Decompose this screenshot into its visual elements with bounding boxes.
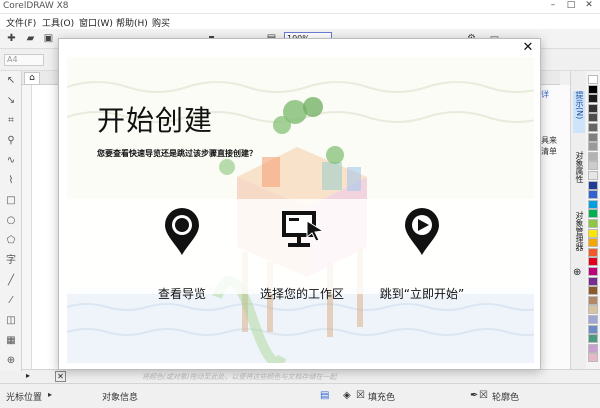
dialog-title: 开始创建	[97, 104, 214, 137]
hints-docker-panel: 详 具来 清单	[536, 85, 570, 369]
color-proof-icon[interactable]: ▤	[320, 390, 329, 401]
outline-color-label[interactable]: 轮廓色	[492, 390, 519, 403]
add-tool-icon[interactable]: ⊕	[5, 355, 17, 367]
pick-tool-icon[interactable]: ↖	[5, 75, 17, 87]
page-nav-first-icon[interactable]: ▸	[26, 371, 30, 380]
title-bar: CorelDRAW X8 – □ ✕	[0, 0, 600, 14]
menu-bar: 文件(F) 工具(O) 窗口(W) 帮助(H) 购买	[0, 14, 600, 29]
palette-swatch[interactable]	[588, 295, 598, 305]
new-document-icon[interactable]: ✚	[5, 32, 18, 45]
palette-swatch[interactable]	[588, 171, 598, 180]
palette-swatch[interactable]	[588, 123, 598, 132]
cursor-position-label: 光标位置	[6, 393, 43, 403]
palette-swatch[interactable]	[588, 305, 598, 315]
open-folder-icon[interactable]: ▰	[24, 32, 37, 45]
palette-swatch[interactable]	[588, 228, 598, 238]
ellipse-tool-icon[interactable]: ○	[5, 215, 17, 227]
welcome-dialog: ✕ 开始创建 您要查看快速导览还是跳过该步骤直接创建？ 查看导览 选择您的工作区…	[58, 38, 541, 370]
menu-window[interactable]: 窗口(W)	[79, 16, 113, 29]
palette-swatch[interactable]	[588, 343, 598, 353]
status-bar: 光标位置 ▸ 对象信息 ▤ ◈ ☒ 填充色 ✒ ☒ 轮廓色	[0, 383, 600, 408]
maximize-button[interactable]: □	[563, 0, 579, 10]
zoom-tool-icon[interactable]: ⚲	[5, 135, 17, 147]
outline-none-icon: ☒	[479, 390, 488, 401]
palette-swatch[interactable]	[588, 334, 598, 344]
menu-buy[interactable]: 购买	[152, 16, 170, 29]
cursor-arrow-icon[interactable]: ▸	[48, 390, 52, 399]
menu-file[interactable]: 文件(F)	[6, 16, 36, 29]
color-palette	[586, 71, 600, 371]
welcome-illustration: 开始创建 您要查看快速导览还是跳过该步骤直接创建？ 查看导览 选择您的工作区 跳…	[67, 57, 534, 363]
vertical-ruler	[22, 85, 32, 369]
page-size-field[interactable]: A4	[4, 54, 44, 66]
add-docker-icon[interactable]: ⊕	[573, 267, 585, 279]
menu-help[interactable]: 帮助(H)	[116, 16, 148, 29]
option-skip-to-quick-start[interactable]: 跳到“立即开始”	[347, 207, 497, 317]
palette-swatch[interactable]	[588, 103, 598, 113]
page-navigator: ▸ ✕ 将颜色(或对象)拖动至此处，以便将这些颜色与文档存储在一起	[22, 369, 600, 383]
palette-swatch[interactable]	[588, 257, 598, 267]
palette-swatch[interactable]	[588, 267, 598, 276]
palette-swatch[interactable]	[588, 190, 598, 200]
object-info-label: 对象信息	[102, 393, 139, 403]
palette-swatch[interactable]	[588, 247, 598, 257]
docker-tab-object-properties[interactable]: 对象属性	[573, 151, 585, 199]
save-icon[interactable]: ▣	[42, 32, 55, 45]
shadow-tool-icon[interactable]: ◫	[5, 315, 17, 327]
document-palette-hint: 将颜色(或对象)拖动至此处，以便将这些颜色与文档存储在一起	[142, 373, 337, 381]
text-tool-icon[interactable]: 字	[5, 255, 17, 267]
palette-swatch[interactable]	[588, 75, 598, 84]
polygon-tool-icon[interactable]: ⬠	[5, 235, 17, 247]
palette-swatch[interactable]	[588, 353, 598, 363]
fill-bucket-icon: ◈	[343, 390, 351, 401]
palette-swatch[interactable]	[588, 151, 598, 161]
palette-swatch[interactable]	[588, 238, 598, 248]
docker-tab-object-manager[interactable]: 对象管理器	[573, 211, 585, 269]
palette-swatch[interactable]	[588, 324, 598, 334]
dialog-subtitle: 您要查看快速导览还是跳过该步骤直接创建？	[97, 149, 257, 158]
app-title: CorelDRAW X8	[3, 1, 69, 11]
location-pin-icon	[165, 208, 199, 255]
dialog-close-button[interactable]: ✕	[521, 41, 535, 55]
monitor-cursor-icon	[282, 211, 325, 247]
palette-swatch[interactable]	[588, 94, 598, 104]
crop-tool-icon[interactable]: ⌗	[5, 115, 17, 127]
minimize-button[interactable]: –	[545, 0, 561, 10]
fill-color-label[interactable]: 填充色	[368, 390, 395, 403]
palette-swatch[interactable]	[588, 219, 598, 228]
palette-swatch[interactable]	[588, 142, 598, 152]
artistic-media-icon[interactable]: ⌇	[5, 175, 17, 187]
palette-swatch[interactable]	[588, 161, 598, 171]
hint-text-2: 清单	[541, 147, 557, 156]
freehand-tool-icon[interactable]: ∿	[5, 155, 17, 167]
palette-swatch[interactable]	[588, 199, 598, 209]
palette-swatch[interactable]	[588, 84, 598, 94]
outline-pen-icon: ✒	[470, 390, 479, 401]
palette-swatch[interactable]	[588, 180, 598, 190]
palette-swatch[interactable]	[588, 209, 598, 219]
docker-tabs: 提示(N) 对象属性 对象管理器 ⊕	[570, 71, 586, 371]
palette-swatch[interactable]	[588, 276, 598, 286]
home-tab[interactable]: ⌂	[24, 72, 40, 85]
dropper-tool-icon[interactable]: ⁄	[5, 295, 17, 307]
fill-tool-icon[interactable]: ▦	[5, 335, 17, 347]
menu-tools[interactable]: 工具(O)	[42, 16, 74, 29]
no-color-swatch[interactable]: ✕	[55, 371, 66, 382]
palette-swatch[interactable]	[588, 132, 598, 142]
palette-swatch[interactable]	[588, 315, 598, 324]
palette-swatch[interactable]	[588, 286, 598, 296]
hint-link[interactable]: 详	[541, 89, 549, 100]
rectangle-tool-icon[interactable]: □	[5, 195, 17, 207]
hint-text: 具来	[541, 136, 557, 145]
play-pin-icon	[405, 208, 439, 255]
option-label-skip: 跳到“立即开始”	[379, 287, 465, 301]
palette-swatch[interactable]	[588, 113, 598, 123]
shape-tool-icon[interactable]: ↘	[5, 95, 17, 107]
toolbox: ↖ ↘ ⌗ ⚲ ∿ ⌇ □ ○ ⬠ 字 ╱ ⁄ ◫ ▦ ⊕	[0, 71, 22, 371]
close-window-button[interactable]: ✕	[581, 0, 597, 10]
fill-none-icon: ☒	[356, 390, 365, 401]
connector-tool-icon[interactable]: ╱	[5, 275, 17, 287]
docker-tab-hints[interactable]: 提示(N)	[573, 91, 585, 133]
